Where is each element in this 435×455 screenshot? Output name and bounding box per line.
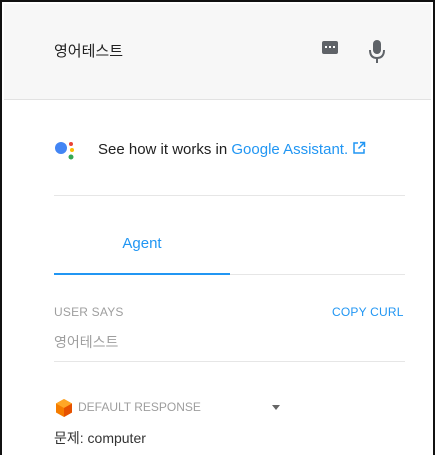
test-console-panel: 영어테스트 See how it works in Google Assista…	[0, 0, 435, 455]
divider	[54, 195, 405, 196]
tab-active-indicator	[54, 273, 230, 275]
copy-curl-button[interactable]: COPY CURL	[332, 305, 404, 319]
console-header: 영어테스트	[4, 4, 431, 100]
google-assistant-logo	[55, 142, 74, 160]
google-assistant-link[interactable]: Google Assistant.	[231, 141, 348, 158]
console-input-text[interactable]: 영어테스트	[54, 40, 123, 61]
assistant-promo-text: See how it works in Google Assistant.	[98, 141, 366, 158]
cube-icon	[56, 399, 72, 417]
microphone-icon[interactable]	[366, 37, 388, 67]
google-assistant-row: See how it works in Google Assistant.	[54, 137, 414, 163]
tab-bar: Agent	[54, 224, 405, 276]
tab-agent[interactable]: Agent	[54, 224, 230, 274]
default-response-dropdown[interactable]: DEFAULT RESPONSE	[54, 398, 314, 418]
divider	[54, 361, 405, 362]
chevron-down-icon[interactable]	[272, 405, 280, 410]
user-says-label: USER SAYS	[54, 305, 124, 319]
user-query-text: 영어테스트	[54, 334, 119, 350]
external-link-icon[interactable]	[352, 141, 366, 155]
keyboard-icon[interactable]	[322, 41, 338, 54]
default-response-label: DEFAULT RESPONSE	[78, 400, 201, 414]
assistant-promo-prefix: See how it works in	[98, 141, 232, 158]
response-text: 문제: computer	[54, 430, 146, 446]
